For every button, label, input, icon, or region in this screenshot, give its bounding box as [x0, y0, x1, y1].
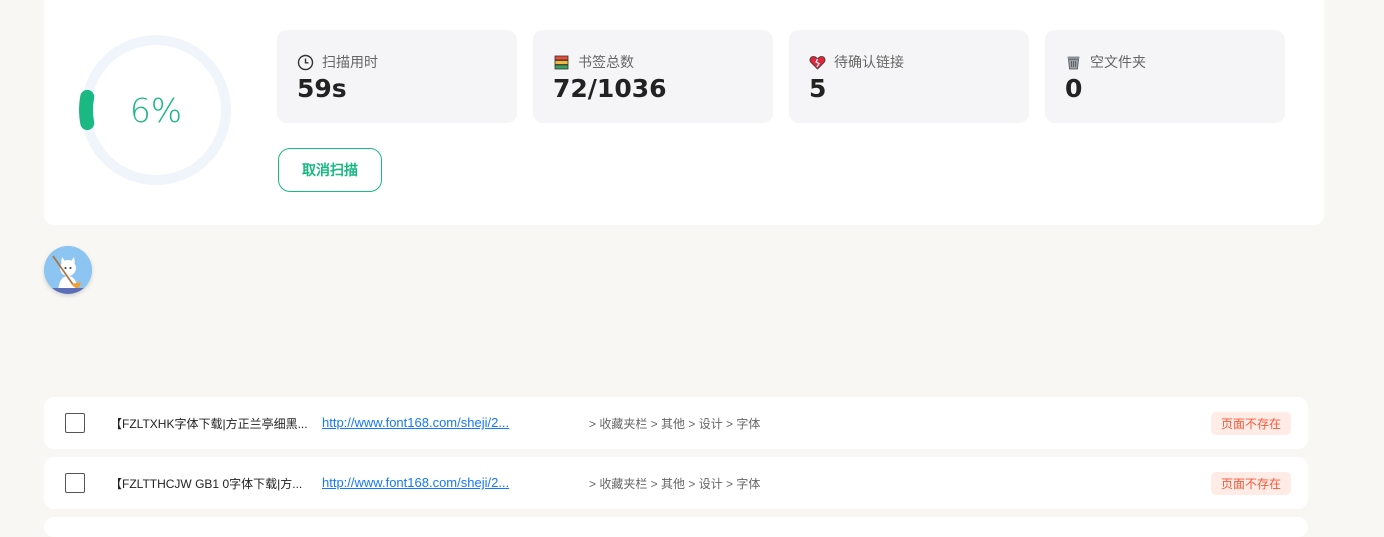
- clock-icon: [297, 54, 314, 70]
- stat-label: 扫描用时: [322, 54, 378, 70]
- stat-value: 5: [809, 74, 827, 103]
- list-item: 【FZLTTHCJW GB1 0字体下载|方... http://www.fon…: [44, 457, 1308, 509]
- books-icon: [554, 55, 569, 69]
- stat-label: 书签总数: [578, 54, 634, 70]
- trash-icon: [1067, 56, 1080, 69]
- list-item: [44, 517, 1308, 537]
- broken-heart-icon: [809, 55, 826, 70]
- folder-path: > 收藏夹栏 > 其他 > 设计 > 字体: [589, 477, 761, 491]
- stat-scan-time: 扫描用时 59s: [277, 30, 517, 123]
- stat-bookmark-total: 书签总数 72/1036: [533, 30, 773, 123]
- stat-pending-links: 待确认链接 5: [789, 30, 1029, 123]
- progress-ring: 6%: [79, 33, 233, 187]
- stat-value: 0: [1065, 74, 1083, 103]
- progress-percent: 6%: [129, 90, 183, 130]
- avatar[interactable]: [44, 246, 92, 294]
- stat-label: 待确认链接: [834, 54, 904, 70]
- row-checkbox[interactable]: [65, 413, 85, 433]
- cancel-scan-button[interactable]: 取消扫描: [278, 148, 382, 192]
- stat-value: 72/1036: [553, 74, 667, 103]
- stat-label: 空文件夹: [1090, 54, 1146, 70]
- status-badge: 页面不存在: [1210, 412, 1291, 435]
- status-badge: 页面不存在: [1210, 472, 1291, 495]
- bookmark-title: 【FZLTTHCJW GB1 0字体下载|方...: [110, 477, 303, 491]
- bookmark-url-link[interactable]: http://www.font168.com/sheji/2...: [322, 475, 509, 490]
- list-item: 【FZLTXHK字体下载|方正兰亭细黑... http://www.font16…: [44, 397, 1308, 449]
- folder-path: > 收藏夹栏 > 其他 > 设计 > 字体: [589, 417, 761, 431]
- bookmark-title: 【FZLTXHK字体下载|方正兰亭细黑...: [110, 417, 308, 431]
- cat-sweeping-icon: [44, 246, 92, 294]
- row-checkbox[interactable]: [65, 473, 85, 493]
- stat-value: 59s: [297, 74, 347, 103]
- stat-empty-folders: 空文件夹 0: [1045, 30, 1285, 123]
- bookmark-url-link[interactable]: http://www.font168.com/sheji/2...: [322, 415, 509, 430]
